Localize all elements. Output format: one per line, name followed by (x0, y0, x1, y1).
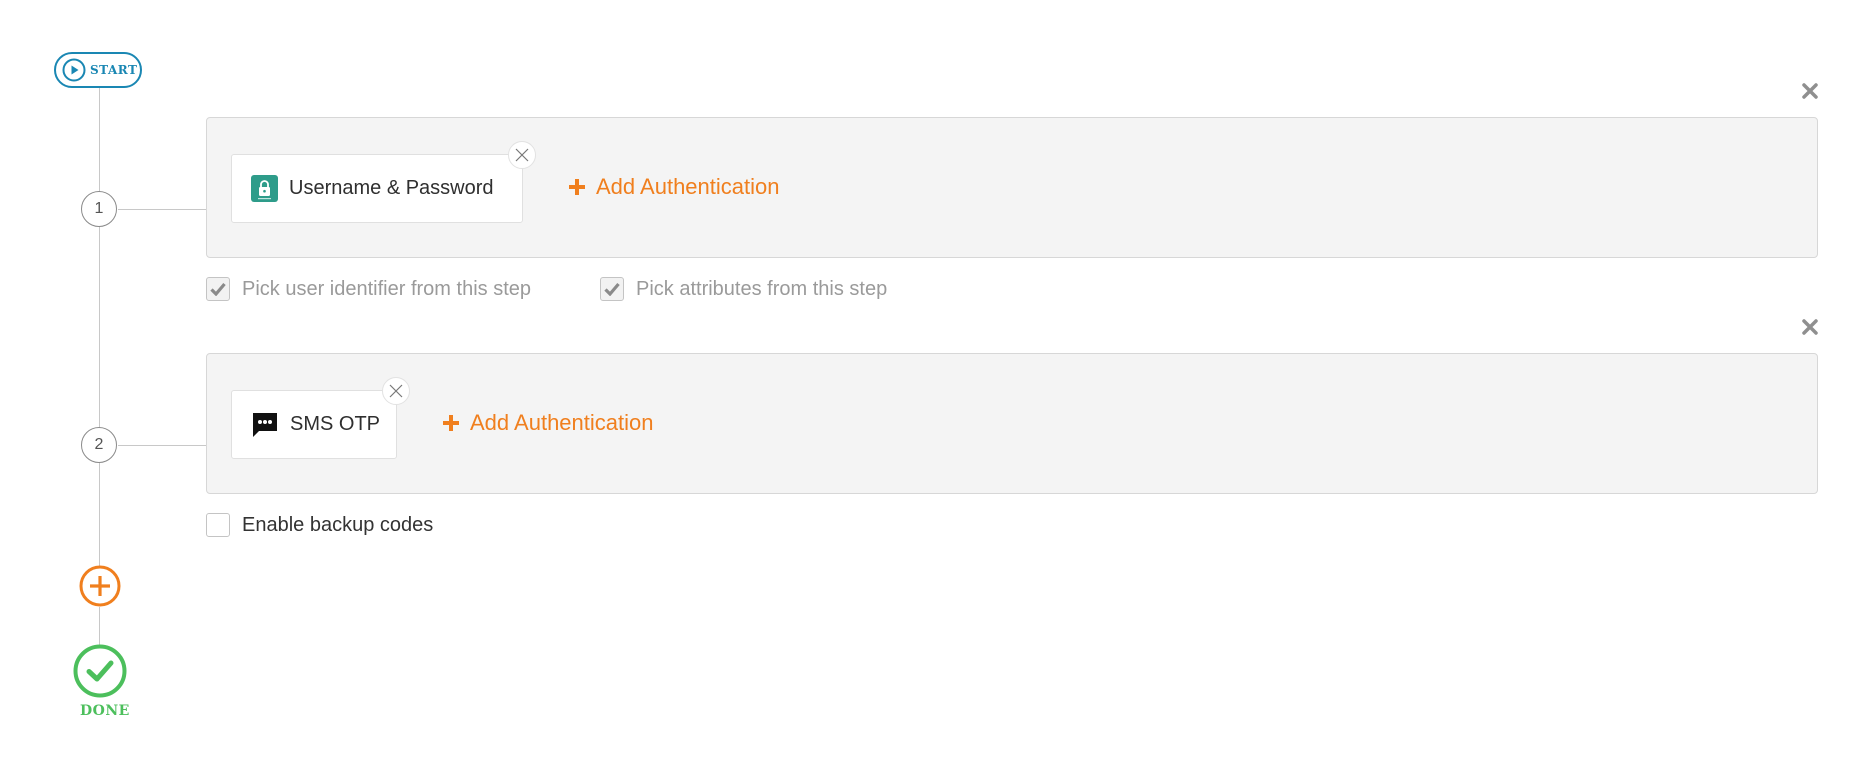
plus-icon (569, 179, 585, 195)
timeline-line-bottom (99, 607, 100, 645)
add-authentication-button[interactable]: Add Authentication (568, 174, 779, 200)
add-step-button[interactable] (79, 565, 121, 607)
checkmark-icon (210, 282, 226, 296)
step-1-option-user-identifier[interactable]: Pick user identifier from this step (206, 277, 531, 301)
step-2-panel: SMS OTP Add Authentication (206, 353, 1818, 494)
start-label: START (90, 63, 138, 77)
checkbox-label: Pick user identifier from this step (242, 277, 531, 300)
plus-icon (443, 415, 459, 431)
authenticator-card[interactable]: SMS OTP (231, 377, 410, 459)
step-number-badge: 1 (81, 191, 117, 227)
step-connector (118, 445, 206, 446)
add-authentication-label: Add Authentication (470, 410, 654, 435)
step-number-badge: 2 (81, 427, 117, 463)
remove-authenticator-button[interactable] (382, 377, 410, 405)
step-1-option-attributes[interactable]: Pick attributes from this step (600, 277, 887, 301)
authenticator-card[interactable]: Username & Password (231, 141, 536, 223)
step-number: 1 (94, 200, 104, 217)
close-icon (389, 384, 403, 398)
checkbox[interactable] (206, 277, 230, 301)
remove-step-icon[interactable] (1801, 82, 1819, 100)
step-number: 2 (94, 436, 104, 453)
step-connector (118, 209, 206, 210)
start-node: START (54, 52, 142, 88)
step-2-option-backup-codes[interactable]: Enable backup codes (206, 513, 433, 537)
add-authentication-label: Add Authentication (596, 174, 780, 199)
add-authentication-button[interactable]: Add Authentication (442, 410, 653, 436)
remove-authenticator-button[interactable] (508, 141, 536, 169)
done-label: DONE (80, 703, 130, 719)
step-1-panel: Username & Password Add Authentication (206, 117, 1818, 258)
sms-icon (253, 412, 277, 437)
remove-step-icon[interactable] (1801, 318, 1819, 336)
authenticator-label: SMS OTP (290, 413, 381, 435)
checkmark-icon (604, 282, 620, 296)
close-icon (515, 148, 529, 162)
lock-icon (251, 175, 278, 202)
done-check-icon (73, 644, 127, 698)
authenticator-label: Username & Password (289, 177, 494, 199)
checkbox-label: Pick attributes from this step (636, 277, 888, 300)
checkbox[interactable] (206, 513, 230, 537)
checkbox[interactable] (600, 277, 624, 301)
checkbox-label: Enable backup codes (242, 513, 434, 536)
play-icon (62, 58, 86, 82)
timeline-line (99, 88, 100, 566)
